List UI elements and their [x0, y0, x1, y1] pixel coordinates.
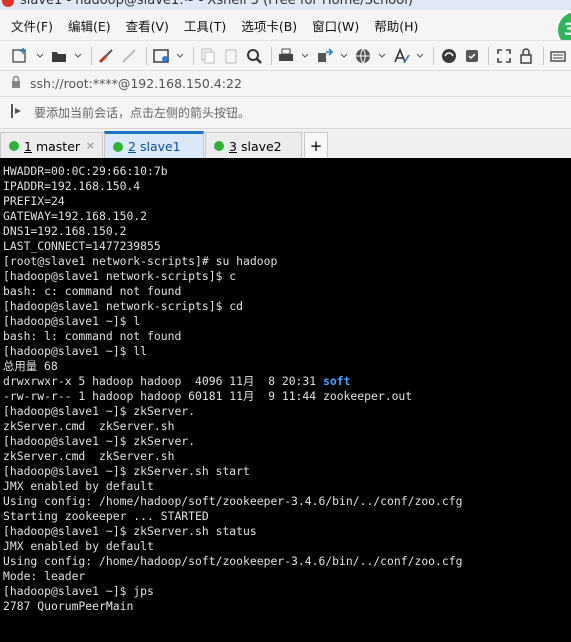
properties-icon[interactable] — [151, 45, 172, 67]
chevron-down-icon[interactable] — [71, 45, 84, 67]
tab-master[interactable]: 1 master × — [0, 132, 103, 159]
terminal-line: bash: c: command not found — [3, 284, 182, 298]
session-status-icon — [214, 141, 224, 151]
tab-slave1[interactable]: 2 slave1 — [104, 131, 204, 159]
tab-label: slave1 — [139, 139, 181, 154]
title-bar: slave1 - hadoop@slave1:~ - Xshell 5 (Fre… — [0, 0, 571, 10]
terminal-line: [hadoop@slave1 ~]$ zkServer. — [3, 434, 196, 448]
keyboard-icon[interactable] — [548, 45, 569, 67]
menu-tools[interactable]: 工具(T) — [184, 16, 226, 35]
menu-help[interactable]: 帮助(H) — [374, 16, 418, 35]
copy-icon[interactable] — [198, 45, 219, 67]
xftp-icon[interactable] — [438, 45, 459, 67]
chevron-down-icon[interactable] — [375, 45, 388, 67]
menu-edit[interactable]: 编辑(E) — [68, 16, 111, 35]
terminal-line: 2787 QuorumPeerMain — [3, 599, 134, 613]
menu-tabs[interactable]: 选项卡(B) — [241, 16, 297, 35]
terminal-line-dir: drwxrwxr-x 5 hadoop hadoop 4096 11月 8 20… — [3, 374, 571, 389]
add-tab-button[interactable]: + — [304, 132, 328, 159]
terminal[interactable]: HWADDR=00:0C:29:66:10:7b IPADDR=192.168.… — [0, 158, 571, 642]
terminal-line: [hadoop@slave1 ~]$ zkServer. — [3, 404, 196, 418]
toolbar-separator — [90, 46, 92, 65]
chevron-down-icon[interactable] — [337, 45, 350, 67]
terminal-line: [hadoop@slave1 ~]$ zkServer.sh start — [3, 464, 250, 478]
fullscreen-icon[interactable] — [493, 45, 514, 67]
terminal-line: DNS1=192.168.150.2 — [3, 224, 127, 238]
lock-icon — [10, 75, 22, 92]
session-tab-bar: 1 master × 2 slave1 3 slave2 + — [0, 128, 571, 159]
terminal-line: Using config: /home/hadoop/soft/zookeepe… — [3, 554, 463, 568]
toolbar-separator — [145, 46, 147, 65]
toolbar-separator — [488, 46, 490, 65]
toolbar-separator — [542, 46, 544, 65]
terminal-line: [hadoop@slave1 ~]$ l — [3, 314, 141, 328]
dir-name: soft — [323, 374, 351, 388]
dir-entry-meta: drwxrwxr-x 5 hadoop hadoop 4096 11月 8 20… — [3, 374, 323, 388]
terminal-line: [hadoop@slave1 network-scripts]$ cd — [3, 299, 244, 313]
tab-number: 2 — [128, 139, 136, 154]
terminal-line: GATEWAY=192.168.150.2 — [3, 209, 148, 223]
globe-icon[interactable] — [352, 45, 373, 67]
terminal-line: [hadoop@slave1 ~]$ ll — [3, 344, 148, 358]
terminal-line: Starting zookeeper ... STARTED — [3, 509, 209, 523]
session-status-icon — [113, 141, 123, 152]
terminal-line: Mode: leader — [3, 569, 86, 583]
terminal-line: Using config: /home/hadoop/soft/zookeepe… — [3, 494, 463, 508]
disconnect-icon[interactable] — [119, 45, 140, 67]
terminal-line: [root@slave1 network-scripts]# su hadoop — [3, 254, 278, 268]
address-bar[interactable]: ssh://root:****@192.168.150.4:22 — [0, 70, 571, 96]
tab-label: master — [35, 138, 81, 154]
session-hint-text: 要添加当前会话，点击左侧的箭头按钮。 — [34, 106, 251, 120]
close-icon[interactable]: × — [86, 139, 95, 152]
session-status-icon — [9, 141, 19, 151]
toolbar-separator — [270, 46, 272, 65]
transfer-icon[interactable] — [314, 45, 335, 67]
session-hint-bar: 要添加当前会话，点击左侧的箭头按钮。 — [0, 96, 571, 128]
terminal-line: JMX enabled by default — [3, 539, 154, 553]
toolbar — [0, 40, 571, 70]
terminal-line: HWADDR=00:0C:29:66:10:7b — [3, 164, 168, 178]
toolbar-separator — [433, 46, 435, 65]
terminal-line: [hadoop@slave1 ~]$ zkServer.sh status — [3, 524, 257, 538]
chevron-down-icon[interactable] — [299, 45, 312, 67]
tab-label: slave2 — [240, 138, 282, 154]
terminal-line: -rw-rw-r-- 1 hadoop hadoop 60181 11月 9 1… — [3, 389, 413, 403]
chevron-down-icon[interactable] — [174, 45, 187, 67]
open-folder-icon[interactable] — [48, 45, 69, 67]
terminal-line: 总用量 68 — [3, 359, 58, 373]
terminal-line: IPADDR=192.168.150.4 — [3, 179, 141, 193]
session-address: ssh://root:****@192.168.150.4:22 — [30, 76, 242, 91]
find-icon[interactable] — [244, 45, 265, 67]
reconnect-icon[interactable] — [96, 45, 117, 67]
terminal-line: PREFIX=24 — [3, 194, 65, 208]
menu-view[interactable]: 查看(V) — [126, 16, 169, 35]
window-title: slave1 - hadoop@slave1:~ - Xshell 5 (Fre… — [20, 0, 413, 8]
tab-number: 3 — [229, 138, 237, 154]
menu-file[interactable]: 文件(F) — [11, 16, 53, 35]
terminal-line: LAST_CONNECT=1477239855 — [3, 239, 161, 253]
terminal-line: zkServer.cmd zkServer.sh — [3, 419, 175, 433]
menu-window[interactable]: 窗口(W) — [312, 16, 359, 35]
tab-slave2[interactable]: 3 slave2 — [205, 132, 302, 159]
lock-icon[interactable] — [516, 45, 537, 67]
terminal-line: [hadoop@slave1 ~]$ jps — [3, 584, 154, 598]
print-icon[interactable] — [276, 45, 297, 67]
terminal-line: zkServer.cmd zkServer.sh — [3, 449, 175, 463]
menu-bar: 文件(F) 编辑(E) 查看(V) 工具(T) 选项卡(B) 窗口(W) 帮助(… — [0, 10, 571, 40]
terminal-line: bash: l: command not found — [3, 329, 182, 343]
app-icon — [2, 0, 14, 7]
add-session-arrow-icon[interactable] — [10, 103, 24, 122]
chevron-down-icon[interactable] — [33, 45, 46, 67]
font-icon[interactable] — [391, 45, 412, 67]
tab-number: 1 — [24, 138, 32, 154]
terminal-line: JMX enabled by default — [3, 479, 154, 493]
toolbar-separator — [192, 46, 194, 65]
paste-icon[interactable] — [221, 45, 242, 67]
script-icon[interactable] — [461, 45, 482, 67]
terminal-line: [hadoop@slave1 network-scripts]$ c — [3, 269, 237, 283]
chevron-down-icon[interactable] — [414, 45, 427, 67]
new-session-icon[interactable] — [10, 45, 31, 67]
